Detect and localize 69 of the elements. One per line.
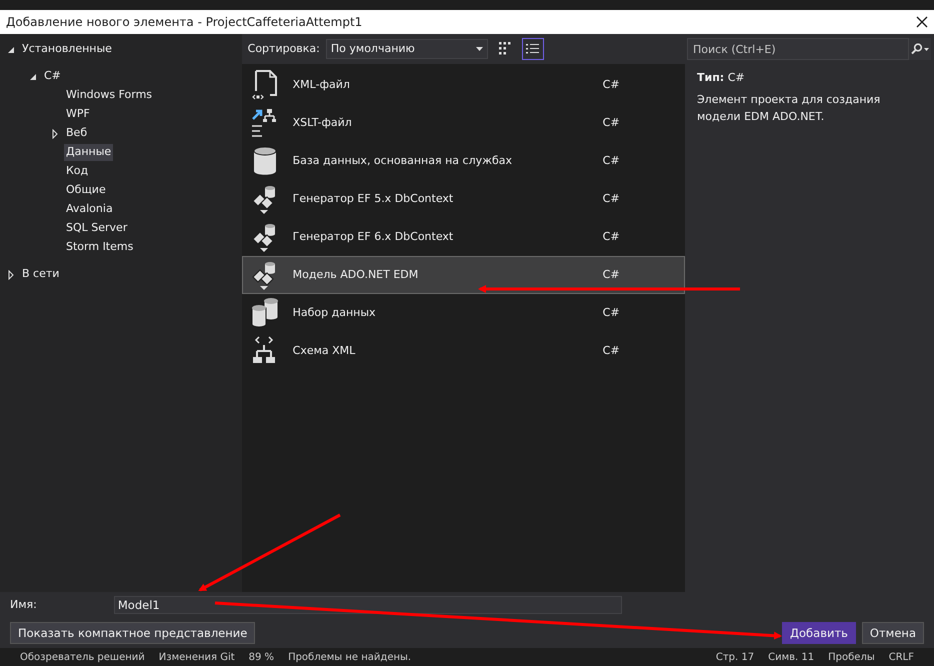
status-text: Изменения Git (158, 650, 235, 664)
template-name: Набор данных (292, 304, 377, 321)
add-button[interactable]: Добавить (782, 622, 856, 644)
template-language: C# (602, 228, 620, 245)
arrow-hierarchy-icon (250, 107, 279, 139)
template-name: XSLT-файл (292, 114, 353, 131)
template-language: C# (602, 76, 620, 93)
template-name: Генератор EF 5.x DbContext (292, 190, 454, 207)
template-item[interactable]: База данных, основанная на службах C# (242, 142, 685, 180)
tree-item[interactable]: Storm Items (64, 239, 136, 256)
file-icon (250, 69, 279, 101)
status-text: Проблемы не найдены. (288, 650, 412, 664)
tree-item[interactable]: Веб (64, 125, 90, 142)
list-view-button[interactable] (522, 38, 544, 60)
tree-item[interactable]: C# (42, 68, 63, 85)
collapsed-arrow-icon[interactable] (6, 270, 16, 280)
status-text: Пробелы (828, 650, 875, 664)
tree-item[interactable]: Windows Forms (64, 87, 154, 104)
sort-dropdown[interactable]: По умолчанию (326, 39, 488, 59)
collapsed-arrow-icon[interactable] (50, 128, 60, 138)
template-item[interactable]: Схема XML C# (242, 332, 685, 370)
template-name: База данных, основанная на службах (292, 152, 514, 169)
status-text: 89 % (248, 650, 274, 664)
tree-item[interactable]: SQL Server (64, 220, 130, 237)
close-icon[interactable] (916, 16, 928, 28)
tree-item[interactable]: Данные (64, 144, 114, 161)
tree-item[interactable]: Общие (64, 182, 108, 199)
grid-icon (498, 42, 511, 56)
name-input[interactable]: Model1 (114, 596, 622, 614)
status-text: Обозреватель решений (20, 650, 145, 664)
type-label: Тип: (697, 71, 724, 84)
template-name: Генератор EF 6.x DbContext (292, 228, 454, 245)
template-item[interactable]: Модель ADO.NET EDM C# (242, 256, 685, 294)
search-field[interactable]: Поиск (Ctrl+E) (687, 38, 909, 60)
template-name: Модель ADO.NET EDM (292, 266, 420, 283)
dialog-button[interactable]: Отмена (862, 622, 924, 644)
search-icon[interactable] (909, 43, 931, 55)
tree-item[interactable]: WPF (64, 106, 92, 123)
template-name: Схема XML (292, 342, 356, 359)
template-language: C# (602, 114, 620, 131)
window-title: Добавление нового элемента - ProjectCaffeteriaAttempt1 (6, 14, 362, 31)
template-language: C# (602, 190, 620, 207)
dialog-button[interactable]: Показать компактное представление (10, 622, 256, 644)
template-language: C# (602, 152, 620, 169)
template-item[interactable]: XSLT-файл C# (242, 104, 685, 142)
template-name: XML-файл (292, 76, 351, 93)
caret-icon[interactable] (476, 47, 483, 51)
sort-label: Сортировка: (248, 40, 320, 57)
description-text: Элемент проекта для создания модели EDM ADO.NET. (697, 92, 882, 124)
template-item[interactable]: Генератор EF 5.x DbContext C# (242, 180, 685, 218)
expanded-arrow-icon[interactable] (28, 72, 38, 82)
template-item[interactable]: XML-файл C# (242, 66, 685, 104)
tree-item[interactable]: Код (64, 163, 90, 180)
template-language: C# (602, 342, 620, 359)
status-text: Симв. 11 (768, 650, 814, 664)
status-text: CRLF (888, 650, 914, 664)
tree-item[interactable]: Установленные (20, 41, 114, 58)
type-value: C# (728, 71, 745, 84)
template-item[interactable]: Набор данных C# (242, 294, 685, 332)
name-label: Имя: (10, 596, 37, 613)
expanded-arrow-icon[interactable] (6, 44, 16, 54)
tree-item[interactable]: Avalonia (64, 201, 115, 218)
list-icon (526, 43, 540, 55)
template-item[interactable]: Генератор EF 6.x DbContext C# (242, 218, 685, 256)
template-language: C# (602, 266, 620, 283)
template-language: C# (602, 304, 620, 321)
tree-item[interactable]: В сети (20, 266, 62, 283)
status-text: Стр. 17 (716, 650, 754, 664)
cylinders-icon (250, 297, 279, 329)
